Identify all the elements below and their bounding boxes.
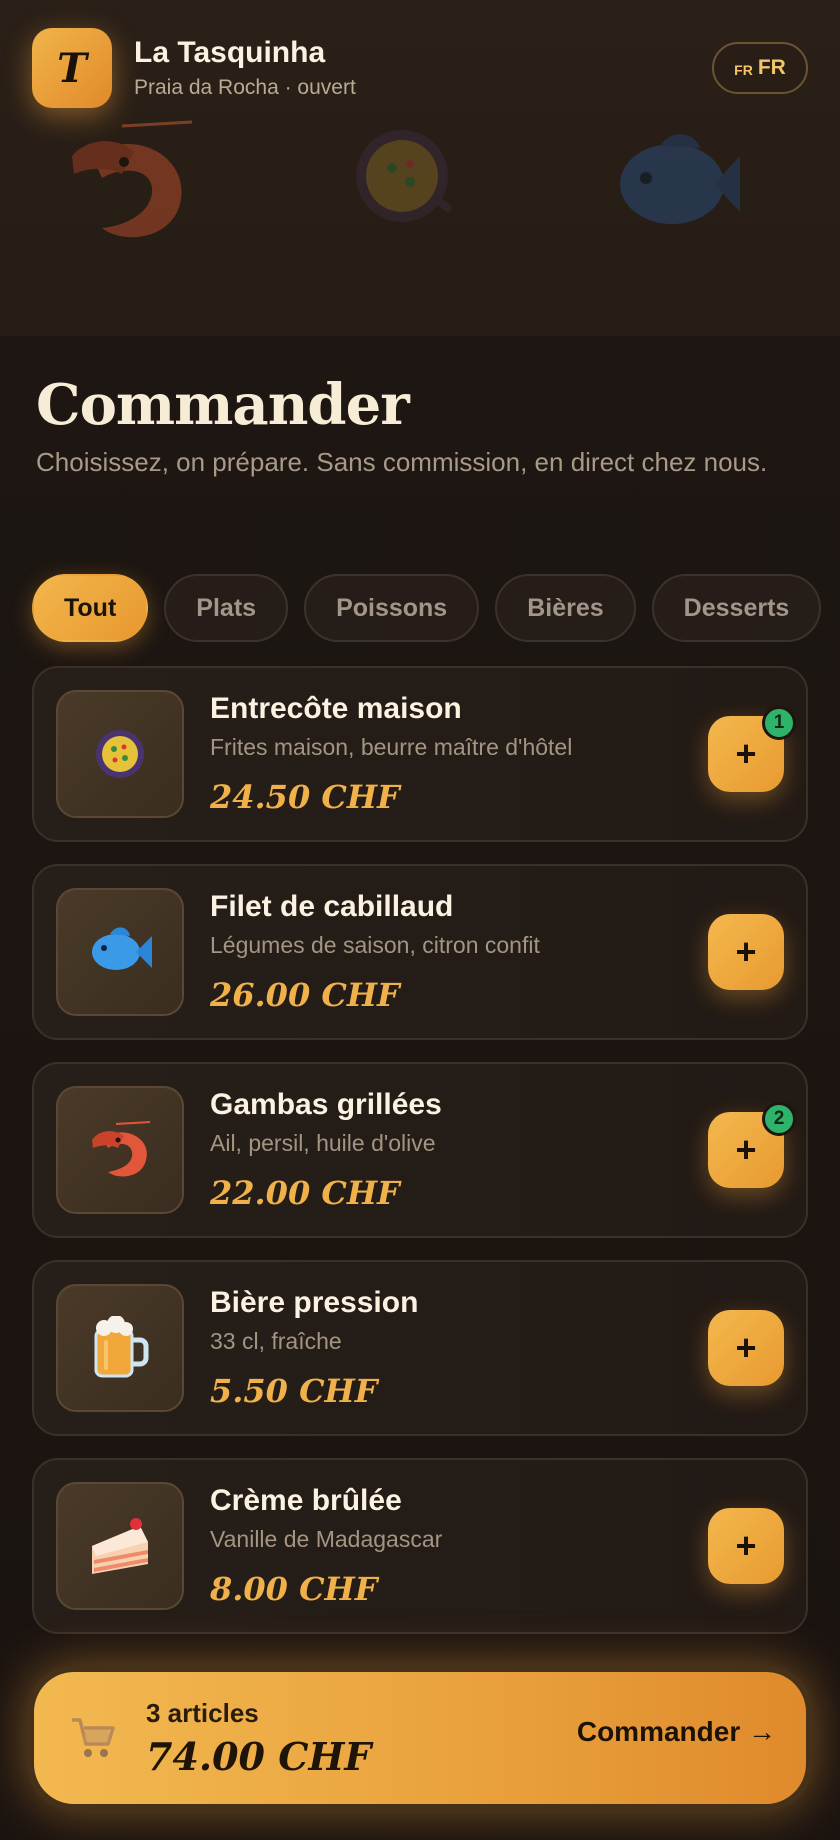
item-description: Frites maison, beurre maître d'hôtel xyxy=(210,734,573,760)
item-thumbnail xyxy=(56,1086,184,1214)
add-to-cart-button[interactable]: + xyxy=(708,914,784,990)
restaurant-logo[interactable]: T xyxy=(32,28,112,108)
menu-item-card[interactable]: Crème brûlée Vanille de Madagascar 8.00 … xyxy=(32,1458,808,1634)
item-price: 26.00 CHF xyxy=(210,976,400,1014)
beer-mug-icon xyxy=(94,1316,149,1378)
paella-icon xyxy=(356,130,452,222)
checkout-button[interactable]: Commander → xyxy=(577,1716,776,1748)
tab-bieres[interactable]: Bières xyxy=(495,574,636,642)
fish-icon xyxy=(92,927,152,970)
restaurant-name: La Tasquinha xyxy=(134,36,326,69)
quantity-badge: 2 xyxy=(762,1102,796,1136)
fish-icon xyxy=(620,134,740,224)
cake-slice-icon xyxy=(92,1518,148,1574)
tab-plats[interactable]: Plats xyxy=(164,574,289,642)
category-tabs: Tout Plats Poissons Bières Desserts xyxy=(32,574,822,642)
cart-item-count: 3 articles xyxy=(146,1698,259,1728)
item-price: 8.00 CHF xyxy=(210,1570,378,1608)
restaurant-status: Praia da Rocha · ouvert xyxy=(134,76,356,99)
menu-item-card[interactable]: Filet de cabillaud Légumes de saison, ci… xyxy=(32,864,808,1040)
language-code: FR xyxy=(757,56,786,79)
shrimp-icon xyxy=(72,120,192,238)
item-description: Vanille de Madagascar xyxy=(210,1526,443,1552)
item-name: Gambas grillées xyxy=(210,1088,442,1121)
menu-item-card[interactable]: Gambas grillées Ail, persil, huile d'oli… xyxy=(32,1062,808,1238)
page-title: Commander xyxy=(36,372,410,438)
item-description: Ail, persil, huile d'olive xyxy=(210,1130,436,1156)
item-price: 22.00 CHF xyxy=(210,1174,400,1212)
tab-tout[interactable]: Tout xyxy=(32,574,149,642)
paella-icon xyxy=(96,730,144,778)
item-name: Bière pression xyxy=(210,1286,419,1319)
cart-total: 74.00 CHF xyxy=(146,1734,372,1779)
shrimp-icon xyxy=(92,1121,151,1177)
item-name: Crème brûlée xyxy=(210,1484,402,1517)
menu-item-card[interactable]: Bière pression 33 cl, fraîche 5.50 CHF + xyxy=(32,1260,808,1436)
item-name: Filet de cabillaud xyxy=(210,890,454,923)
item-price: 5.50 CHF xyxy=(210,1372,378,1410)
page-subtitle: Choisissez, on prépare. Sans commission,… xyxy=(36,447,768,477)
tab-desserts[interactable]: Desserts xyxy=(651,574,822,642)
cart-icon xyxy=(72,1718,115,1757)
app-root: T La Tasquinha Praia da Rocha · ouvert F… xyxy=(0,0,840,1840)
language-button[interactable]: FR FR xyxy=(712,42,808,94)
add-to-cart-button[interactable]: + xyxy=(708,1508,784,1584)
app-header: T La Tasquinha Praia da Rocha · ouvert F… xyxy=(32,28,808,108)
item-thumbnail xyxy=(56,1284,184,1412)
item-thumbnail xyxy=(56,1482,184,1610)
cart-bar[interactable]: 3 articles 74.00 CHF Commander → xyxy=(34,1672,806,1804)
item-description: Légumes de saison, citron confit xyxy=(210,932,540,958)
add-to-cart-button[interactable]: + xyxy=(708,1310,784,1386)
tab-poissons[interactable]: Poissons xyxy=(304,574,480,642)
item-thumbnail xyxy=(56,690,184,818)
menu-item-card[interactable]: Entrecôte maison Frites maison, beurre m… xyxy=(32,666,808,842)
quantity-badge: 1 xyxy=(762,706,796,740)
flag-icon: FR xyxy=(734,62,753,78)
item-description: 33 cl, fraîche xyxy=(210,1328,342,1354)
item-price: 24.50 CHF xyxy=(210,778,400,816)
item-name: Entrecôte maison xyxy=(210,692,462,725)
item-thumbnail xyxy=(56,888,184,1016)
